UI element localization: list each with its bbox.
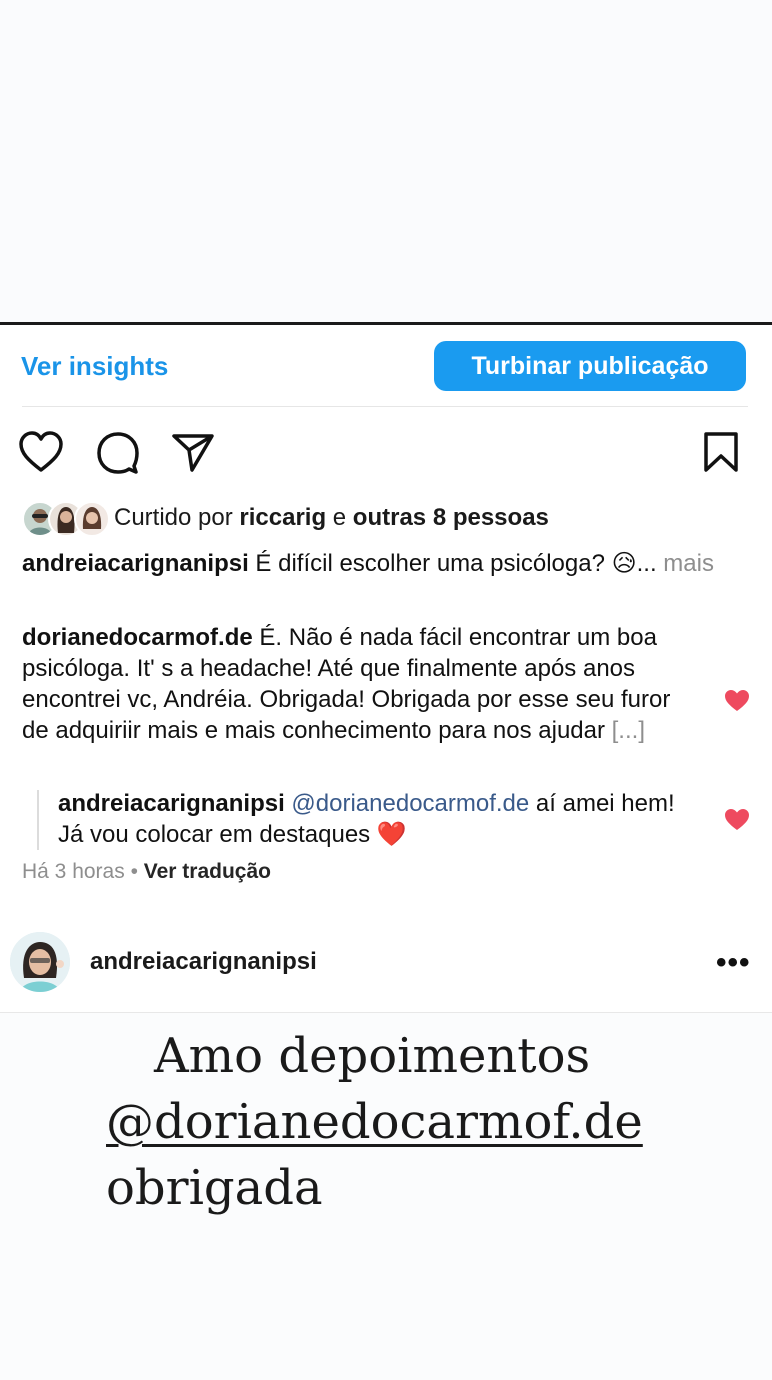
comment-expand-link[interactable]: [...]	[612, 717, 645, 744]
liked-by-user[interactable]: riccarig	[239, 504, 326, 531]
view-insights-link[interactable]: Ver insights	[21, 351, 168, 382]
post-actions-bar: Ver insights Turbinar publicação	[0, 325, 772, 407]
heart-outline-icon[interactable]	[18, 430, 64, 474]
divider	[22, 406, 748, 407]
post-caption: andreiacarignanipsi É difícil escolher u…	[22, 548, 742, 580]
caption-text: É difícil escolher uma psicóloga? 😥...	[248, 550, 657, 577]
post-image-line: Amo depoimentos	[154, 1028, 591, 1084]
heart-filled-icon[interactable]	[724, 808, 750, 837]
post-image-mention: @dorianedocarmof.de	[106, 1094, 643, 1150]
boost-post-button[interactable]: Turbinar publicação	[434, 341, 746, 391]
more-options-icon[interactable]: •••	[716, 946, 751, 980]
post-image-text: Amo depoimentos @dorianedocarmof.de obri…	[106, 1023, 643, 1221]
see-translation-link[interactable]: Ver tradução	[144, 860, 271, 883]
caption-username[interactable]: andreiacarignanipsi	[22, 550, 249, 577]
comment-bubble-icon[interactable]	[96, 431, 140, 475]
separator-dot: •	[124, 860, 144, 883]
reply-thread-line	[37, 790, 39, 850]
post-username[interactable]: andreiacarignanipsi	[90, 948, 317, 976]
avatar[interactable]	[10, 932, 70, 992]
reply-username[interactable]: andreiacarignanipsi	[58, 790, 285, 817]
caption-more-link[interactable]: mais	[657, 550, 714, 577]
bookmark-icon[interactable]	[702, 430, 740, 474]
heart-filled-icon[interactable]	[724, 689, 750, 718]
comment-meta: Há 3 horas • Ver tradução	[22, 860, 271, 884]
comment-reply: andreiacarignanipsi @dorianedocarmof.de …	[58, 788, 698, 850]
send-icon[interactable]	[170, 432, 216, 474]
comment-username[interactable]: dorianedocarmof.de	[22, 624, 253, 651]
liked-by-others[interactable]: outras 8 pessoas	[353, 504, 549, 531]
timestamp: Há 3 horas	[22, 860, 125, 883]
media-preview-area	[0, 0, 772, 325]
reply-mention[interactable]: @dorianedocarmof.de	[285, 790, 529, 817]
post-image-line: obrigada	[106, 1160, 323, 1216]
liker-avatars	[22, 501, 110, 537]
liked-by-text: Curtido por riccarig e outras 8 pessoas	[114, 504, 549, 531]
avatar	[74, 501, 110, 537]
post-header: andreiacarignanipsi •••	[0, 928, 772, 1000]
comment: dorianedocarmof.de É. Não é nada fácil e…	[22, 622, 702, 746]
liked-by-row[interactable]: Curtido por riccarig e outras 8 pessoas	[22, 498, 549, 538]
post-image: Amo depoimentos @dorianedocarmof.de obri…	[0, 1013, 772, 1380]
